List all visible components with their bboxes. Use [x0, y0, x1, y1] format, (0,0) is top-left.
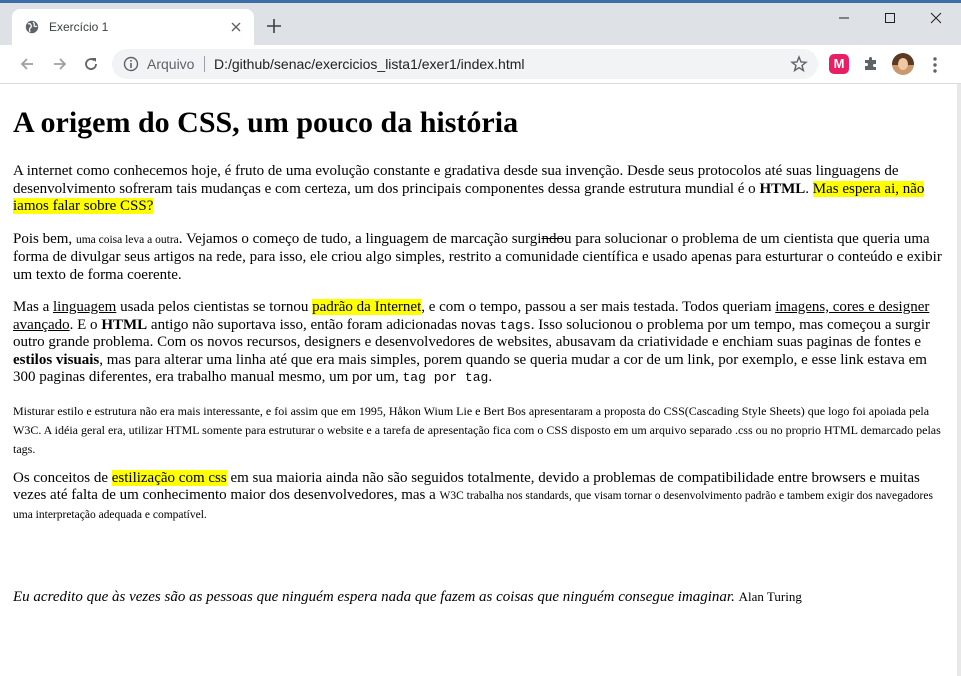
tab-bar: Exercício 1	[0, 3, 961, 45]
code-tag-por-tag: tag por tag	[402, 370, 489, 385]
extensions-puzzle-icon[interactable]	[861, 54, 881, 74]
strike-text: ndo	[541, 230, 564, 247]
forward-button[interactable]	[48, 52, 72, 76]
arrow-right-icon	[54, 58, 67, 70]
url-scheme-label: Arquivo	[147, 56, 195, 72]
paragraph-4-small: Misturar estilo e estrutura não era mais…	[13, 403, 941, 456]
paragraph-2: Pois bem, uma coisa leva a outra. Vejamo…	[13, 230, 942, 283]
quote-paragraph: Eu acredito que às vezes são as pessoas …	[13, 588, 943, 607]
page-content: A origem do CSS, um pouco da história A …	[0, 105, 957, 607]
new-tab-button[interactable]	[263, 15, 285, 37]
url-divider	[204, 56, 205, 72]
tab-active[interactable]: Exercício 1	[12, 9, 254, 45]
window-right-edge	[957, 84, 961, 676]
tab-close-icon[interactable]	[228, 19, 244, 35]
paragraph-1: A internet como conhecemos hoje, é fruto…	[13, 163, 925, 214]
paragraph-3: Mas a linguagem usada pelos cientistas s…	[13, 299, 931, 385]
page-heading: A origem do CSS, um pouco da história	[13, 106, 519, 139]
url-text[interactable]: D:/github/senac/exercicios_lista1/exer1/…	[214, 56, 525, 72]
strong-estilos: estilos visuais	[13, 351, 100, 368]
highlight-estilizacao: estilização com css	[111, 469, 227, 486]
extension-m-icon[interactable]: M	[829, 54, 849, 74]
page-viewport: A origem do CSS, um pouco da história A …	[0, 84, 957, 676]
quote-author: Alan Turing	[738, 589, 802, 604]
close-window-button[interactable]	[913, 3, 959, 33]
quote-text: Eu acredito que às vezes são as pessoas …	[13, 589, 735, 605]
info-icon[interactable]	[123, 56, 139, 72]
address-bar[interactable]: Arquivo D:/github/senac/exercicios_lista…	[112, 49, 818, 79]
highlight-padrao: padrão da Internet	[312, 299, 422, 315]
maximize-button[interactable]	[867, 3, 913, 33]
profile-avatar[interactable]	[892, 53, 914, 75]
browser-toolbar: Arquivo D:/github/senac/exercicios_lista…	[0, 45, 961, 84]
small-text: uma coisa leva a outra	[75, 233, 179, 246]
arrow-left-icon	[20, 58, 33, 70]
back-button[interactable]	[15, 52, 39, 76]
tab-title: Exercício 1	[49, 20, 109, 34]
bookmark-star-icon[interactable]	[790, 55, 808, 73]
underline-linguagem: linguagem	[53, 299, 117, 315]
globe-icon	[25, 20, 39, 34]
reload-icon	[85, 58, 97, 70]
minimize-button[interactable]	[821, 3, 867, 33]
reload-button[interactable]	[79, 52, 103, 76]
paragraph-5: Os conceitos de estilização com css em s…	[13, 469, 933, 521]
html-strong: HTML	[759, 180, 806, 197]
menu-kebab-icon[interactable]	[925, 55, 945, 75]
code-tags: tags	[499, 317, 531, 333]
